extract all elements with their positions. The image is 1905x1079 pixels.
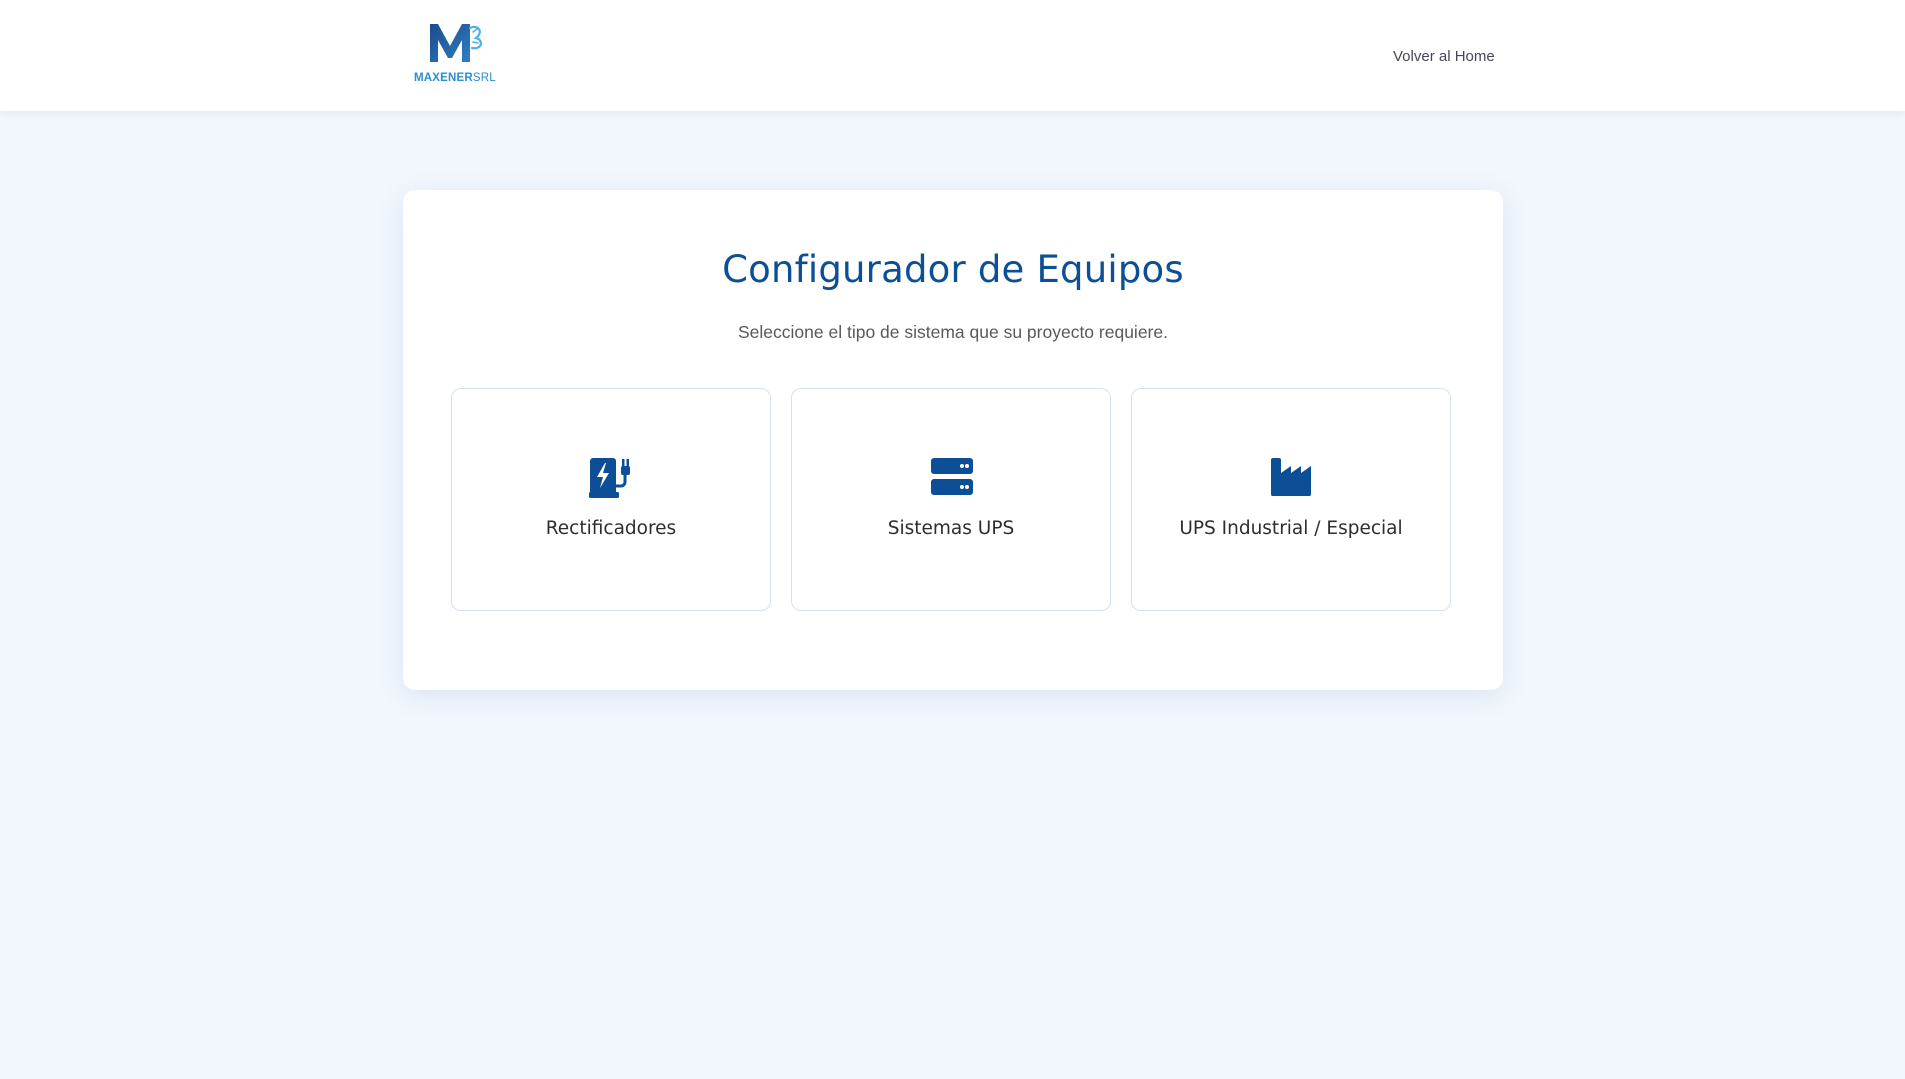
option-label: Rectificadores [545, 518, 677, 539]
brand-wordmark: MAXENERSRL [414, 72, 504, 84]
brand-name: MAXENER [414, 72, 473, 84]
brand-logo[interactable]: MAXENERSRL [412, 18, 504, 88]
charging-station-icon [588, 455, 636, 499]
top-navbar: MAXENERSRL Volver al Home [0, 0, 1905, 111]
brand-suffix: SRL [472, 72, 496, 84]
maxener-logo-icon [430, 24, 482, 62]
option-label: Sistemas UPS [887, 518, 1015, 539]
option-label: UPS Industrial / Especial [1179, 518, 1403, 539]
option-card-sistemas-ups[interactable]: Sistemas UPS [791, 388, 1111, 611]
option-card-ups-industrial[interactable]: UPS Industrial / Especial [1131, 388, 1451, 611]
industry-icon [1268, 455, 1316, 499]
option-card-rectificadores[interactable]: Rectificadores [451, 388, 771, 611]
server-icon [928, 455, 976, 499]
page-title: Configurador de Equipos [722, 248, 1184, 291]
page-subtitle: Seleccione el tipo de sistema que su pro… [738, 322, 1168, 342]
back-home-link[interactable]: Volver al Home [1393, 48, 1495, 65]
configurator-card: Configurador de Equipos Seleccione el ti… [403, 190, 1503, 690]
